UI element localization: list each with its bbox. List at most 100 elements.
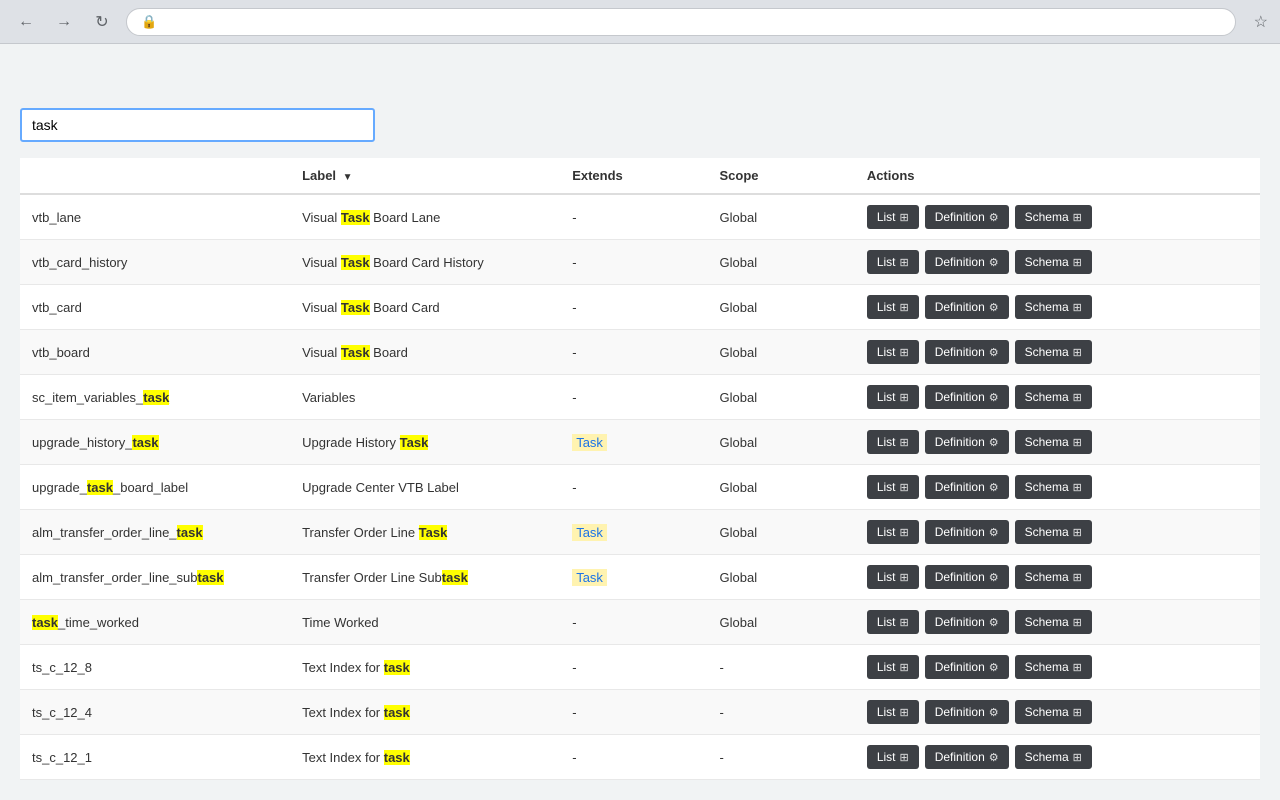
sort-icon: ▼ <box>343 172 353 183</box>
cell-extends: - <box>560 735 707 780</box>
gear-icon: ⚙ <box>989 751 999 764</box>
actions-group: List ⊞ Definition ⚙ Schema ⊞ <box>867 295 1248 319</box>
bookmark-button[interactable]: ☆ <box>1254 12 1268 32</box>
extends-link[interactable]: Task <box>572 524 607 541</box>
schema-button[interactable]: Schema ⊞ <box>1015 475 1092 499</box>
cell-extends[interactable]: Task <box>560 555 707 600</box>
cell-scope: - <box>708 645 855 690</box>
col-header-label[interactable]: Label ▼ <box>290 158 560 194</box>
schema-icon: ⊞ <box>1073 436 1082 449</box>
actions-group: List ⊞ Definition ⚙ Schema ⊞ <box>867 700 1248 724</box>
list-button[interactable]: List ⊞ <box>867 565 919 589</box>
list-icon: ⊞ <box>900 571 909 584</box>
schema-button[interactable]: Schema ⊞ <box>1015 700 1092 724</box>
definition-button[interactable]: Definition ⚙ <box>925 655 1009 679</box>
reload-button[interactable]: ↻ <box>88 8 116 36</box>
schema-label: Schema <box>1025 660 1069 674</box>
schema-button[interactable]: Schema ⊞ <box>1015 205 1092 229</box>
cell-actions: List ⊞ Definition ⚙ Schema ⊞ <box>855 375 1260 420</box>
schema-label: Schema <box>1025 435 1069 449</box>
definition-button[interactable]: Definition ⚙ <box>925 520 1009 544</box>
schema-button[interactable]: Schema ⊞ <box>1015 610 1092 634</box>
schema-button[interactable]: Schema ⊞ <box>1015 250 1092 274</box>
list-button[interactable]: List ⊞ <box>867 520 919 544</box>
schema-label: Schema <box>1025 750 1069 764</box>
list-button[interactable]: List ⊞ <box>867 430 919 454</box>
definition-label: Definition <box>935 570 985 584</box>
definition-label: Definition <box>935 660 985 674</box>
schema-icon: ⊞ <box>1073 616 1082 629</box>
definition-button[interactable]: Definition ⚙ <box>925 385 1009 409</box>
definition-button[interactable]: Definition ⚙ <box>925 430 1009 454</box>
list-button[interactable]: List ⊞ <box>867 385 919 409</box>
cell-extends: - <box>560 240 707 285</box>
list-button[interactable]: List ⊞ <box>867 610 919 634</box>
cell-scope: Global <box>708 420 855 465</box>
cell-extends[interactable]: Task <box>560 420 707 465</box>
list-label: List <box>877 480 896 494</box>
cell-label: Variables <box>290 375 560 420</box>
schema-label: Schema <box>1025 390 1069 404</box>
search-input[interactable] <box>20 108 375 142</box>
schema-button[interactable]: Schema ⊞ <box>1015 520 1092 544</box>
cell-extends[interactable]: Task <box>560 510 707 555</box>
extends-link[interactable]: Task <box>572 569 607 586</box>
list-label: List <box>877 570 896 584</box>
definition-label: Definition <box>935 435 985 449</box>
schema-button[interactable]: Schema ⊞ <box>1015 385 1092 409</box>
list-icon: ⊞ <box>900 301 909 314</box>
definition-button[interactable]: Definition ⚙ <box>925 475 1009 499</box>
schema-label: Schema <box>1025 300 1069 314</box>
browser-chrome: ← → ↻ 🔒 ☆ <box>0 0 1280 44</box>
cell-name: vtb_board <box>20 330 290 375</box>
table-row: ts_c_12_8 Text Index for task - - List ⊞… <box>20 645 1260 690</box>
cell-actions: List ⊞ Definition ⚙ Schema ⊞ <box>855 645 1260 690</box>
list-icon: ⊞ <box>900 706 909 719</box>
actions-group: List ⊞ Definition ⚙ Schema ⊞ <box>867 340 1248 364</box>
definition-label: Definition <box>935 390 985 404</box>
list-button[interactable]: List ⊞ <box>867 745 919 769</box>
list-button[interactable]: List ⊞ <box>867 475 919 499</box>
cell-scope: Global <box>708 465 855 510</box>
gear-icon: ⚙ <box>989 571 999 584</box>
cell-scope: - <box>708 690 855 735</box>
definition-button[interactable]: Definition ⚙ <box>925 745 1009 769</box>
forward-button[interactable]: → <box>50 8 78 36</box>
schema-button[interactable]: Schema ⊞ <box>1015 655 1092 679</box>
definition-button[interactable]: Definition ⚙ <box>925 700 1009 724</box>
actions-group: List ⊞ Definition ⚙ Schema ⊞ <box>867 250 1248 274</box>
definition-button[interactable]: Definition ⚙ <box>925 610 1009 634</box>
address-bar[interactable]: 🔒 <box>126 8 1236 36</box>
definition-button[interactable]: Definition ⚙ <box>925 340 1009 364</box>
list-button[interactable]: List ⊞ <box>867 295 919 319</box>
table-row: upgrade_history_task Upgrade History Tas… <box>20 420 1260 465</box>
definition-button[interactable]: Definition ⚙ <box>925 250 1009 274</box>
cell-extends: - <box>560 330 707 375</box>
cell-actions: List ⊞ Definition ⚙ Schema ⊞ <box>855 690 1260 735</box>
list-icon: ⊞ <box>900 481 909 494</box>
schema-button[interactable]: Schema ⊞ <box>1015 430 1092 454</box>
list-button[interactable]: List ⊞ <box>867 655 919 679</box>
schema-button[interactable]: Schema ⊞ <box>1015 565 1092 589</box>
list-button[interactable]: List ⊞ <box>867 205 919 229</box>
list-button[interactable]: List ⊞ <box>867 700 919 724</box>
col-header-actions: Actions <box>855 158 1260 194</box>
definition-label: Definition <box>935 255 985 269</box>
cell-scope: Global <box>708 555 855 600</box>
list-button[interactable]: List ⊞ <box>867 250 919 274</box>
list-label: List <box>877 255 896 269</box>
schema-button[interactable]: Schema ⊞ <box>1015 745 1092 769</box>
cell-extends: - <box>560 690 707 735</box>
definition-button[interactable]: Definition ⚙ <box>925 565 1009 589</box>
definition-button[interactable]: Definition ⚙ <box>925 205 1009 229</box>
cell-extends: - <box>560 285 707 330</box>
cell-label: Text Index for task <box>290 645 560 690</box>
actions-group: List ⊞ Definition ⚙ Schema ⊞ <box>867 475 1248 499</box>
list-button[interactable]: List ⊞ <box>867 340 919 364</box>
cell-label: Visual Task Board Lane <box>290 194 560 240</box>
back-button[interactable]: ← <box>12 8 40 36</box>
extends-link[interactable]: Task <box>572 434 607 451</box>
schema-button[interactable]: Schema ⊞ <box>1015 295 1092 319</box>
definition-button[interactable]: Definition ⚙ <box>925 295 1009 319</box>
schema-button[interactable]: Schema ⊞ <box>1015 340 1092 364</box>
